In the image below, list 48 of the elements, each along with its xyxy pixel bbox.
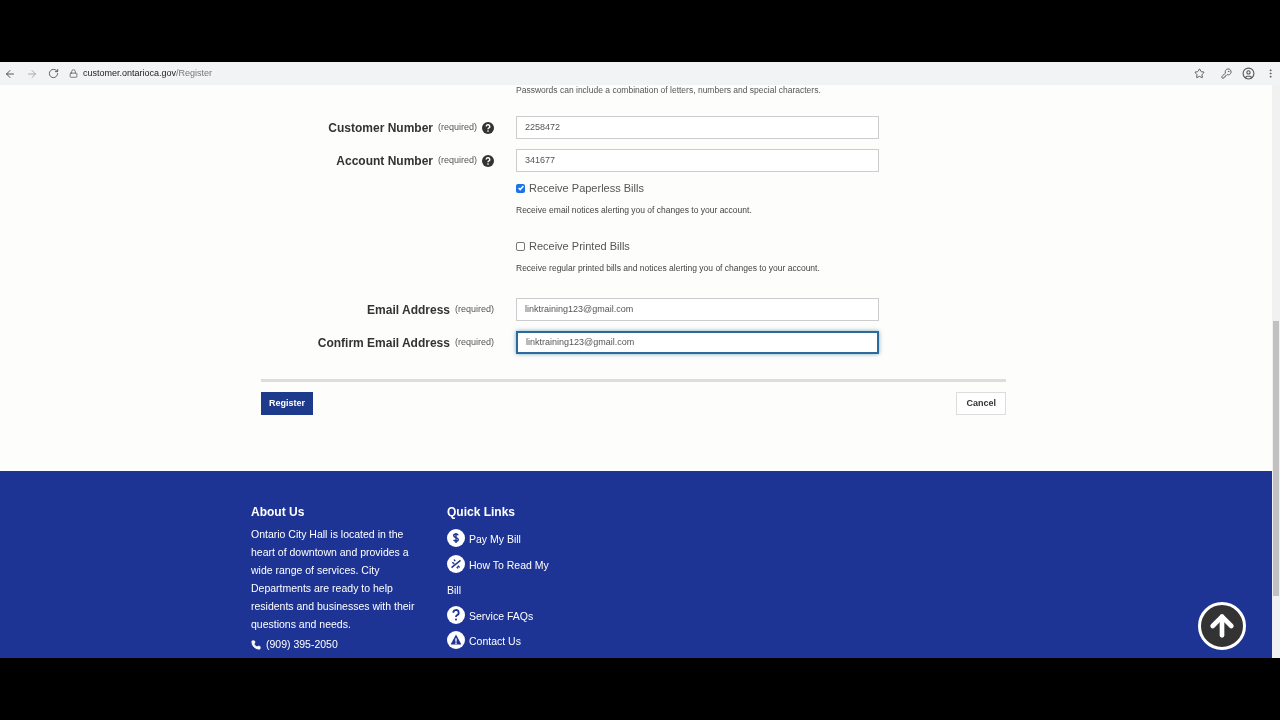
lock-icon xyxy=(69,69,78,78)
field-value: 2258472 xyxy=(525,120,561,134)
field-label: Confirm Email Address xyxy=(317,334,450,352)
text-field[interactable]: linktraining123@gmail.com xyxy=(516,331,879,354)
address-bar[interactable]: customer.ontarioca.gov/Register xyxy=(83,66,213,81)
key-icon[interactable] xyxy=(1221,68,1232,79)
warning-icon xyxy=(447,631,465,649)
required-note: (required) xyxy=(455,335,494,349)
footer-heading: About Us xyxy=(251,504,306,521)
checkbox[interactable] xyxy=(516,183,525,193)
password-hint: Passwords can include a combination of letters, numbers and special characters. xyxy=(516,84,822,97)
cancel-button[interactable]: Cancel xyxy=(956,392,1006,415)
quick-link[interactable]: Service FAQs xyxy=(447,603,557,629)
help-icon[interactable] xyxy=(482,154,494,167)
quick-link[interactable]: Pay My Bill xyxy=(447,527,557,553)
question-icon xyxy=(447,605,465,624)
text-field[interactable]: 341677 xyxy=(516,149,879,172)
reload-icon[interactable] xyxy=(48,68,59,79)
help-icon[interactable] xyxy=(482,121,494,134)
text-field[interactable]: 2258472 xyxy=(516,116,879,139)
phone-number: (909) 395-2050 xyxy=(266,637,338,652)
profile-icon[interactable] xyxy=(1242,67,1255,80)
text-field[interactable]: linktraining123@gmail.com xyxy=(516,298,879,321)
quick-link[interactable]: Contact Us xyxy=(447,629,557,655)
register-button[interactable]: Register xyxy=(261,392,313,415)
gauge-icon xyxy=(447,554,465,573)
footer-heading: Quick Links xyxy=(447,504,517,521)
checkbox-label: Receive Paperless Bills xyxy=(529,181,644,196)
bookmark-star-icon[interactable] xyxy=(1194,68,1205,79)
phone-icon xyxy=(251,639,261,650)
checkbox-note: Receive email notices alerting you of changes to your account. xyxy=(516,203,753,217)
checkbox[interactable] xyxy=(516,241,525,251)
field-label: Customer Number xyxy=(328,119,433,137)
required-note: (required) xyxy=(438,153,477,167)
field-value: linktraining123@gmail.com xyxy=(525,302,634,316)
required-note: (required) xyxy=(438,120,477,134)
quick-link[interactable]: How To Read My Bill xyxy=(447,552,557,604)
field-label: Email Address xyxy=(367,301,450,319)
checkbox-note: Receive regular printed bills and notices alerting you of changes to your account. xyxy=(516,261,821,275)
checkbox-label: Receive Printed Bills xyxy=(529,239,630,254)
back-to-top-button[interactable] xyxy=(1198,602,1246,650)
back-icon[interactable] xyxy=(4,67,16,80)
about-text: Ontario City Hall is located in the heart of downtown and provides a wide range of services. City Departments are ready to help residents and businesses with their questions and needs. xyxy=(251,527,416,632)
field-value: linktraining123@gmail.com xyxy=(526,335,635,349)
required-note: (required) xyxy=(455,302,494,316)
field-value: 341677 xyxy=(525,153,556,167)
field-label: Account Number xyxy=(336,152,433,170)
dollar-icon xyxy=(447,529,465,547)
